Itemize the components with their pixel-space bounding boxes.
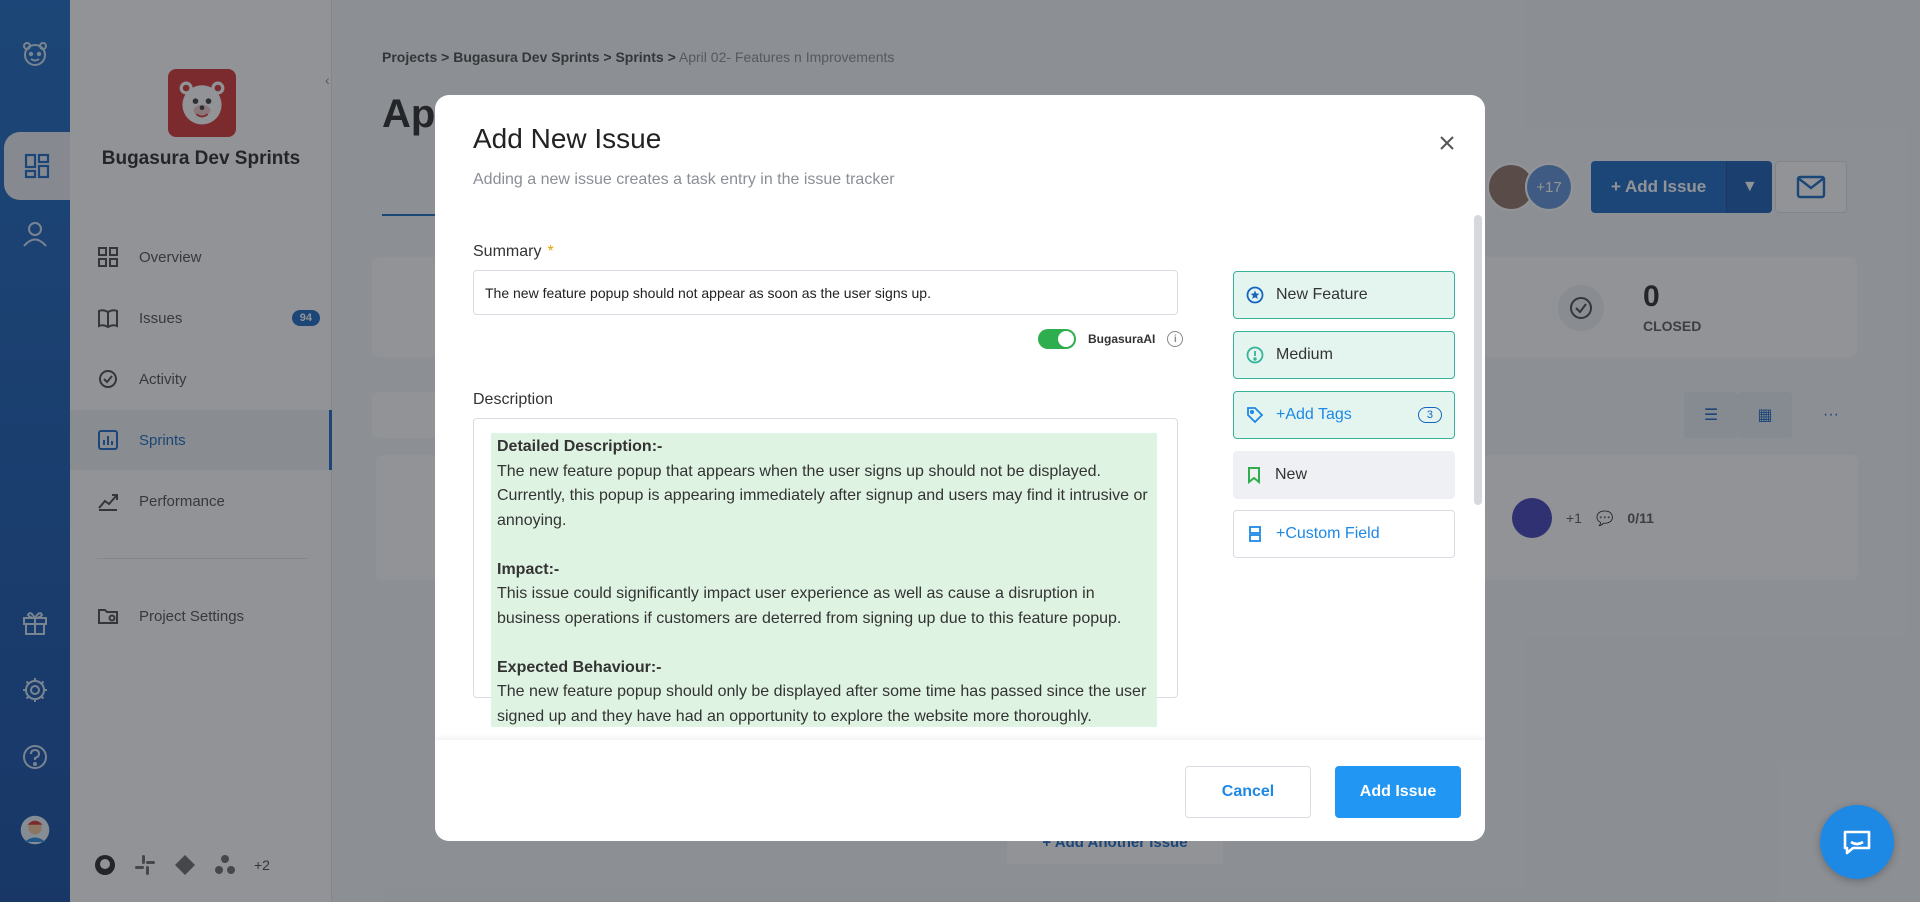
description-heading: Impact:-	[497, 560, 560, 578]
custom-field-button[interactable]: +Custom Field	[1233, 510, 1455, 558]
custom-field-label: +Custom Field	[1276, 525, 1380, 542]
cancel-button[interactable]: Cancel	[1185, 766, 1311, 818]
issue-type-value: New Feature	[1276, 286, 1368, 303]
bookmark-icon	[1248, 467, 1260, 484]
description-heading: Detailed Description:-	[497, 438, 663, 455]
add-tags-select[interactable]: +Add Tags 3	[1233, 391, 1455, 439]
required-marker: *	[547, 243, 554, 260]
tags-count-badge: 3	[1417, 407, 1442, 423]
close-icon[interactable]	[1435, 131, 1459, 155]
tag-icon	[1247, 407, 1264, 424]
modal-footer	[435, 740, 1485, 841]
description-editor[interactable]: Detailed Description:- The new feature p…	[473, 418, 1178, 727]
star-circle-icon	[1246, 286, 1264, 304]
add-issue-button[interactable]: Add Issue	[1335, 766, 1461, 818]
description-label: Description	[473, 391, 554, 408]
bugasura-ai-toggle-row: BugasuraAI i	[1038, 329, 1184, 349]
severity-value: Medium	[1276, 346, 1333, 363]
status-select[interactable]: New	[1233, 451, 1455, 499]
modal-subtitle: Adding a new issue creates a task entry …	[473, 171, 895, 188]
info-icon[interactable]: i	[1167, 331, 1184, 347]
description-paragraph: The new feature popup should only be dis…	[497, 683, 1147, 725]
add-issue-modal: Add New Issue Adding a new issue creates…	[435, 95, 1485, 841]
description-content: Detailed Description:- The new feature p…	[491, 433, 1157, 727]
modal-scrollbar[interactable]	[1474, 215, 1482, 505]
description-paragraph: This issue could significantly impact us…	[497, 585, 1122, 627]
severity-select[interactable]: Medium	[1233, 331, 1455, 379]
summary-input[interactable]	[473, 270, 1178, 315]
bugasura-ai-label: BugasuraAI	[1088, 332, 1156, 346]
add-tags-label: +Add Tags	[1276, 406, 1352, 423]
custom-field-icon	[1249, 526, 1261, 542]
summary-label: Summary *	[473, 243, 554, 261]
description-paragraph: The new feature popup that appears when …	[497, 462, 1148, 529]
chat-icon[interactable]	[1820, 805, 1894, 879]
summary-label-text: Summary	[473, 243, 542, 260]
alert-circle-icon	[1246, 346, 1264, 364]
modal-title: Add New Issue	[473, 123, 662, 154]
issue-type-select[interactable]: New Feature	[1233, 271, 1455, 319]
bugasura-ai-toggle[interactable]	[1038, 329, 1076, 349]
description-heading: Expected Behaviour:-	[497, 658, 662, 676]
status-value: New	[1275, 466, 1308, 483]
